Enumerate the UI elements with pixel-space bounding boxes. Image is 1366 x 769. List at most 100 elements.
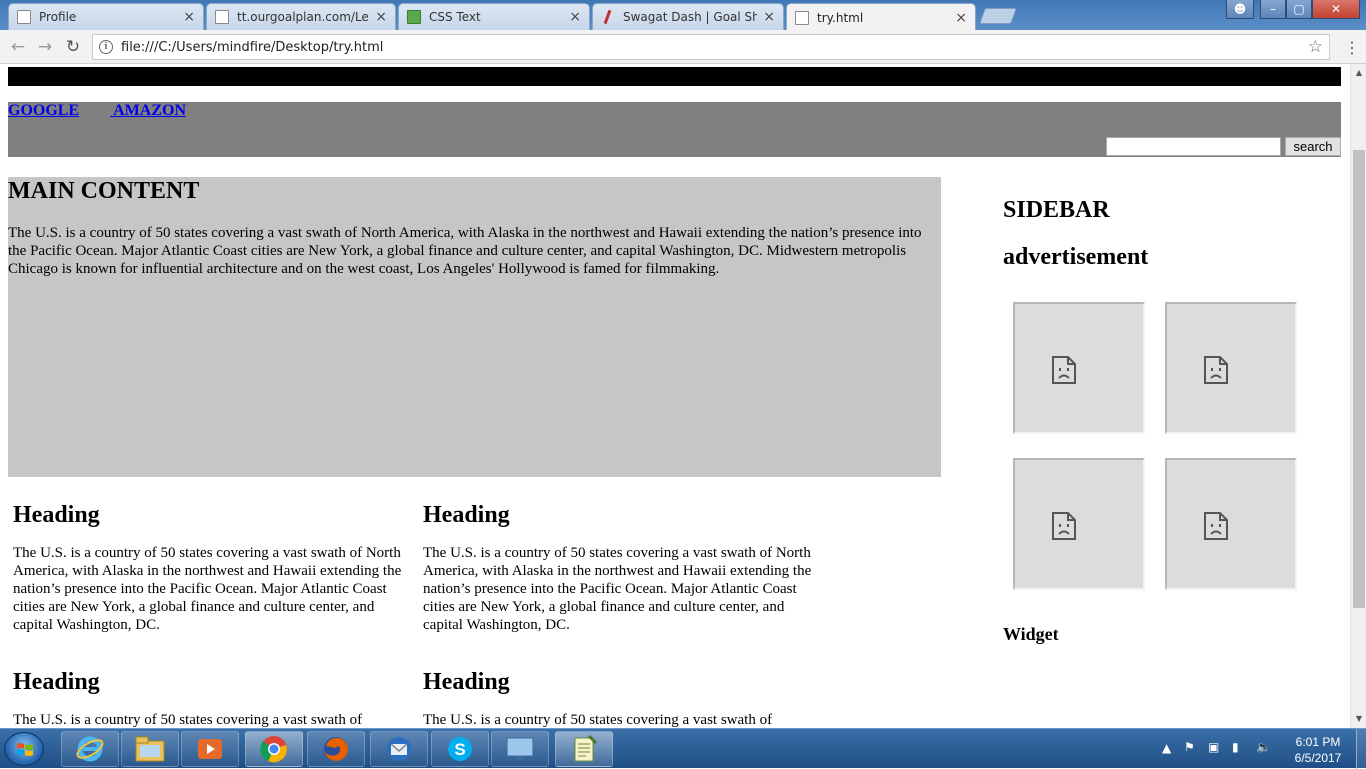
device-icon[interactable]: ▣ xyxy=(1208,740,1219,754)
internet-explorer-glyph xyxy=(76,736,104,762)
user-profile-icon[interactable]: ☻ xyxy=(1226,0,1254,19)
article-heading: Heading xyxy=(13,502,100,528)
header-black-bar xyxy=(8,67,1341,86)
info-icon[interactable]: i xyxy=(99,40,113,54)
sidebar-title: SIDEBAR xyxy=(1003,197,1110,223)
firefox-glyph xyxy=(324,737,348,761)
address-bar[interactable]: i file:///C:/Users/mindfire/Desktop/try.… xyxy=(92,34,1330,60)
tab-css-text[interactable]: CSS Text × xyxy=(398,3,590,30)
article-card: Heading The U.S. is a country of 50 stat… xyxy=(13,668,413,728)
close-tab-icon[interactable]: × xyxy=(955,10,967,26)
tab-title: CSS Text xyxy=(429,10,481,24)
article-text: The U.S. is a country of 50 states cover… xyxy=(423,712,773,728)
skype-glyph: S xyxy=(448,737,472,761)
google-link[interactable]: GOOGLE xyxy=(8,102,79,120)
notepad-glyph xyxy=(574,734,598,762)
media-player-icon[interactable] xyxy=(181,731,239,767)
windows-logo-icon xyxy=(17,743,33,756)
back-arrow-icon[interactable]: ← xyxy=(8,37,28,57)
tab-profile[interactable]: Profile × xyxy=(8,3,204,30)
w3schools-icon xyxy=(407,10,421,24)
article-heading: Heading xyxy=(13,669,100,695)
ad-image[interactable] xyxy=(1013,302,1145,434)
windows-taskbar: S ▲ ⚑ ▣ ▮ 🔈 6:01 PM 6/5/2017 xyxy=(0,728,1366,769)
show-hidden-icons-icon[interactable]: ▲ xyxy=(1162,741,1171,755)
broken-image-icon xyxy=(1052,356,1076,384)
page-viewport: GOOGLE AMAZON search MAIN CONTENT The U.… xyxy=(0,64,1350,728)
broken-image-icon xyxy=(1204,512,1228,540)
system-tray: ▲ ⚑ ▣ ▮ 🔈 xyxy=(1160,729,1280,769)
document-icon xyxy=(17,10,31,24)
close-tab-icon[interactable]: × xyxy=(569,9,581,25)
article-text: The U.S. is a country of 50 states cover… xyxy=(423,545,812,633)
folder-glyph xyxy=(135,736,165,762)
article-text: The U.S. is a country of 50 states cover… xyxy=(13,712,363,728)
nav-bar: GOOGLE AMAZON search xyxy=(8,102,1341,157)
action-center-flag-icon[interactable]: ⚑ xyxy=(1184,740,1195,754)
thunderbird-glyph xyxy=(387,737,411,761)
main-content-section: MAIN CONTENT The U.S. is a country of 50… xyxy=(8,177,941,477)
bookmark-star-icon[interactable]: ☆ xyxy=(1308,37,1323,57)
main-content-title: MAIN CONTENT xyxy=(8,178,200,204)
new-tab-button[interactable] xyxy=(979,8,1017,24)
remote-desktop-icon[interactable] xyxy=(491,731,549,767)
close-tab-icon[interactable]: × xyxy=(763,9,775,25)
main-content-text: The U.S. is a country of 50 states cover… xyxy=(8,225,922,277)
show-desktop-button[interactable] xyxy=(1356,729,1366,769)
widget-title: Widget xyxy=(1003,624,1059,644)
ad-image[interactable] xyxy=(1165,458,1297,590)
thunderbird-icon[interactable] xyxy=(370,731,428,767)
browser-tabstrip: Profile × tt.ourgoalplan.com/Lear × CSS … xyxy=(0,0,1366,31)
start-button[interactable] xyxy=(4,732,44,766)
svg-text:S: S xyxy=(454,740,465,759)
url-text[interactable]: file:///C:/Users/mindfire/Desktop/try.ht… xyxy=(121,40,383,55)
advertisement-title: advertisement xyxy=(1003,244,1149,270)
tab-title: Profile xyxy=(39,10,77,24)
minimize-button[interactable]: – xyxy=(1260,0,1286,19)
tab-title: try.html xyxy=(817,10,864,25)
forward-arrow-icon[interactable]: → xyxy=(35,37,55,57)
tab-title: tt.ourgoalplan.com/Lear xyxy=(237,10,370,24)
monitor-glyph xyxy=(506,737,534,760)
article-heading: Heading xyxy=(423,669,510,695)
file-explorer-icon[interactable] xyxy=(121,731,179,767)
article-card: Heading The U.S. is a country of 50 stat… xyxy=(423,668,823,728)
network-icon[interactable]: ▮ xyxy=(1232,740,1239,754)
chrome-icon[interactable] xyxy=(245,731,303,767)
search-input[interactable] xyxy=(1106,137,1281,156)
broken-image-icon xyxy=(1052,512,1076,540)
scroll-up-arrow-icon[interactable]: ▲ xyxy=(1351,66,1366,80)
broken-image-icon xyxy=(1204,356,1228,384)
internet-explorer-icon[interactable] xyxy=(61,731,119,767)
skype-icon[interactable]: S xyxy=(431,731,489,767)
tab-goal-sheet[interactable]: Swagat Dash | Goal Shee × xyxy=(592,3,784,30)
article-card: Heading The U.S. is a country of 50 stat… xyxy=(13,501,413,634)
tab-try-html[interactable]: try.html × xyxy=(786,3,976,31)
ad-image[interactable] xyxy=(1165,302,1297,434)
firefox-icon[interactable] xyxy=(307,731,365,767)
maximize-button[interactable]: ▢ xyxy=(1286,0,1312,19)
browser-toolbar: ← → ↻ i file:///C:/Users/mindfire/Deskto… xyxy=(0,30,1366,64)
scroll-down-arrow-icon[interactable]: ▼ xyxy=(1351,712,1366,726)
close-tab-icon[interactable]: × xyxy=(375,9,387,25)
document-icon xyxy=(795,10,809,25)
reload-icon[interactable]: ↻ xyxy=(63,37,83,57)
amazon-link[interactable]: AMAZON xyxy=(110,102,186,120)
tab-ourgoalplan[interactable]: tt.ourgoalplan.com/Lear × xyxy=(206,3,396,30)
tab-title: Swagat Dash | Goal Shee xyxy=(623,10,758,24)
close-window-button[interactable]: ✕ xyxy=(1312,0,1360,19)
vertical-scrollbar[interactable]: ▲ ▼ xyxy=(1350,64,1366,728)
article-text: The U.S. is a country of 50 states cover… xyxy=(13,545,402,633)
scrollbar-thumb[interactable] xyxy=(1353,150,1365,608)
article-card: Heading The U.S. is a country of 50 stat… xyxy=(423,501,823,634)
ad-image[interactable] xyxy=(1013,458,1145,590)
volume-icon[interactable]: 🔈 xyxy=(1256,740,1271,754)
close-tab-icon[interactable]: × xyxy=(183,9,195,25)
clock-time: 6:01 PM xyxy=(1295,735,1341,749)
taskbar-clock[interactable]: 6:01 PM 6/5/2017 xyxy=(1288,734,1348,766)
goalplan-icon xyxy=(601,10,615,24)
media-player-glyph xyxy=(198,739,222,759)
menu-kebab-icon[interactable]: ⋮ xyxy=(1344,38,1360,58)
notepad-icon[interactable] xyxy=(555,731,613,767)
search-button[interactable]: search xyxy=(1285,137,1341,156)
